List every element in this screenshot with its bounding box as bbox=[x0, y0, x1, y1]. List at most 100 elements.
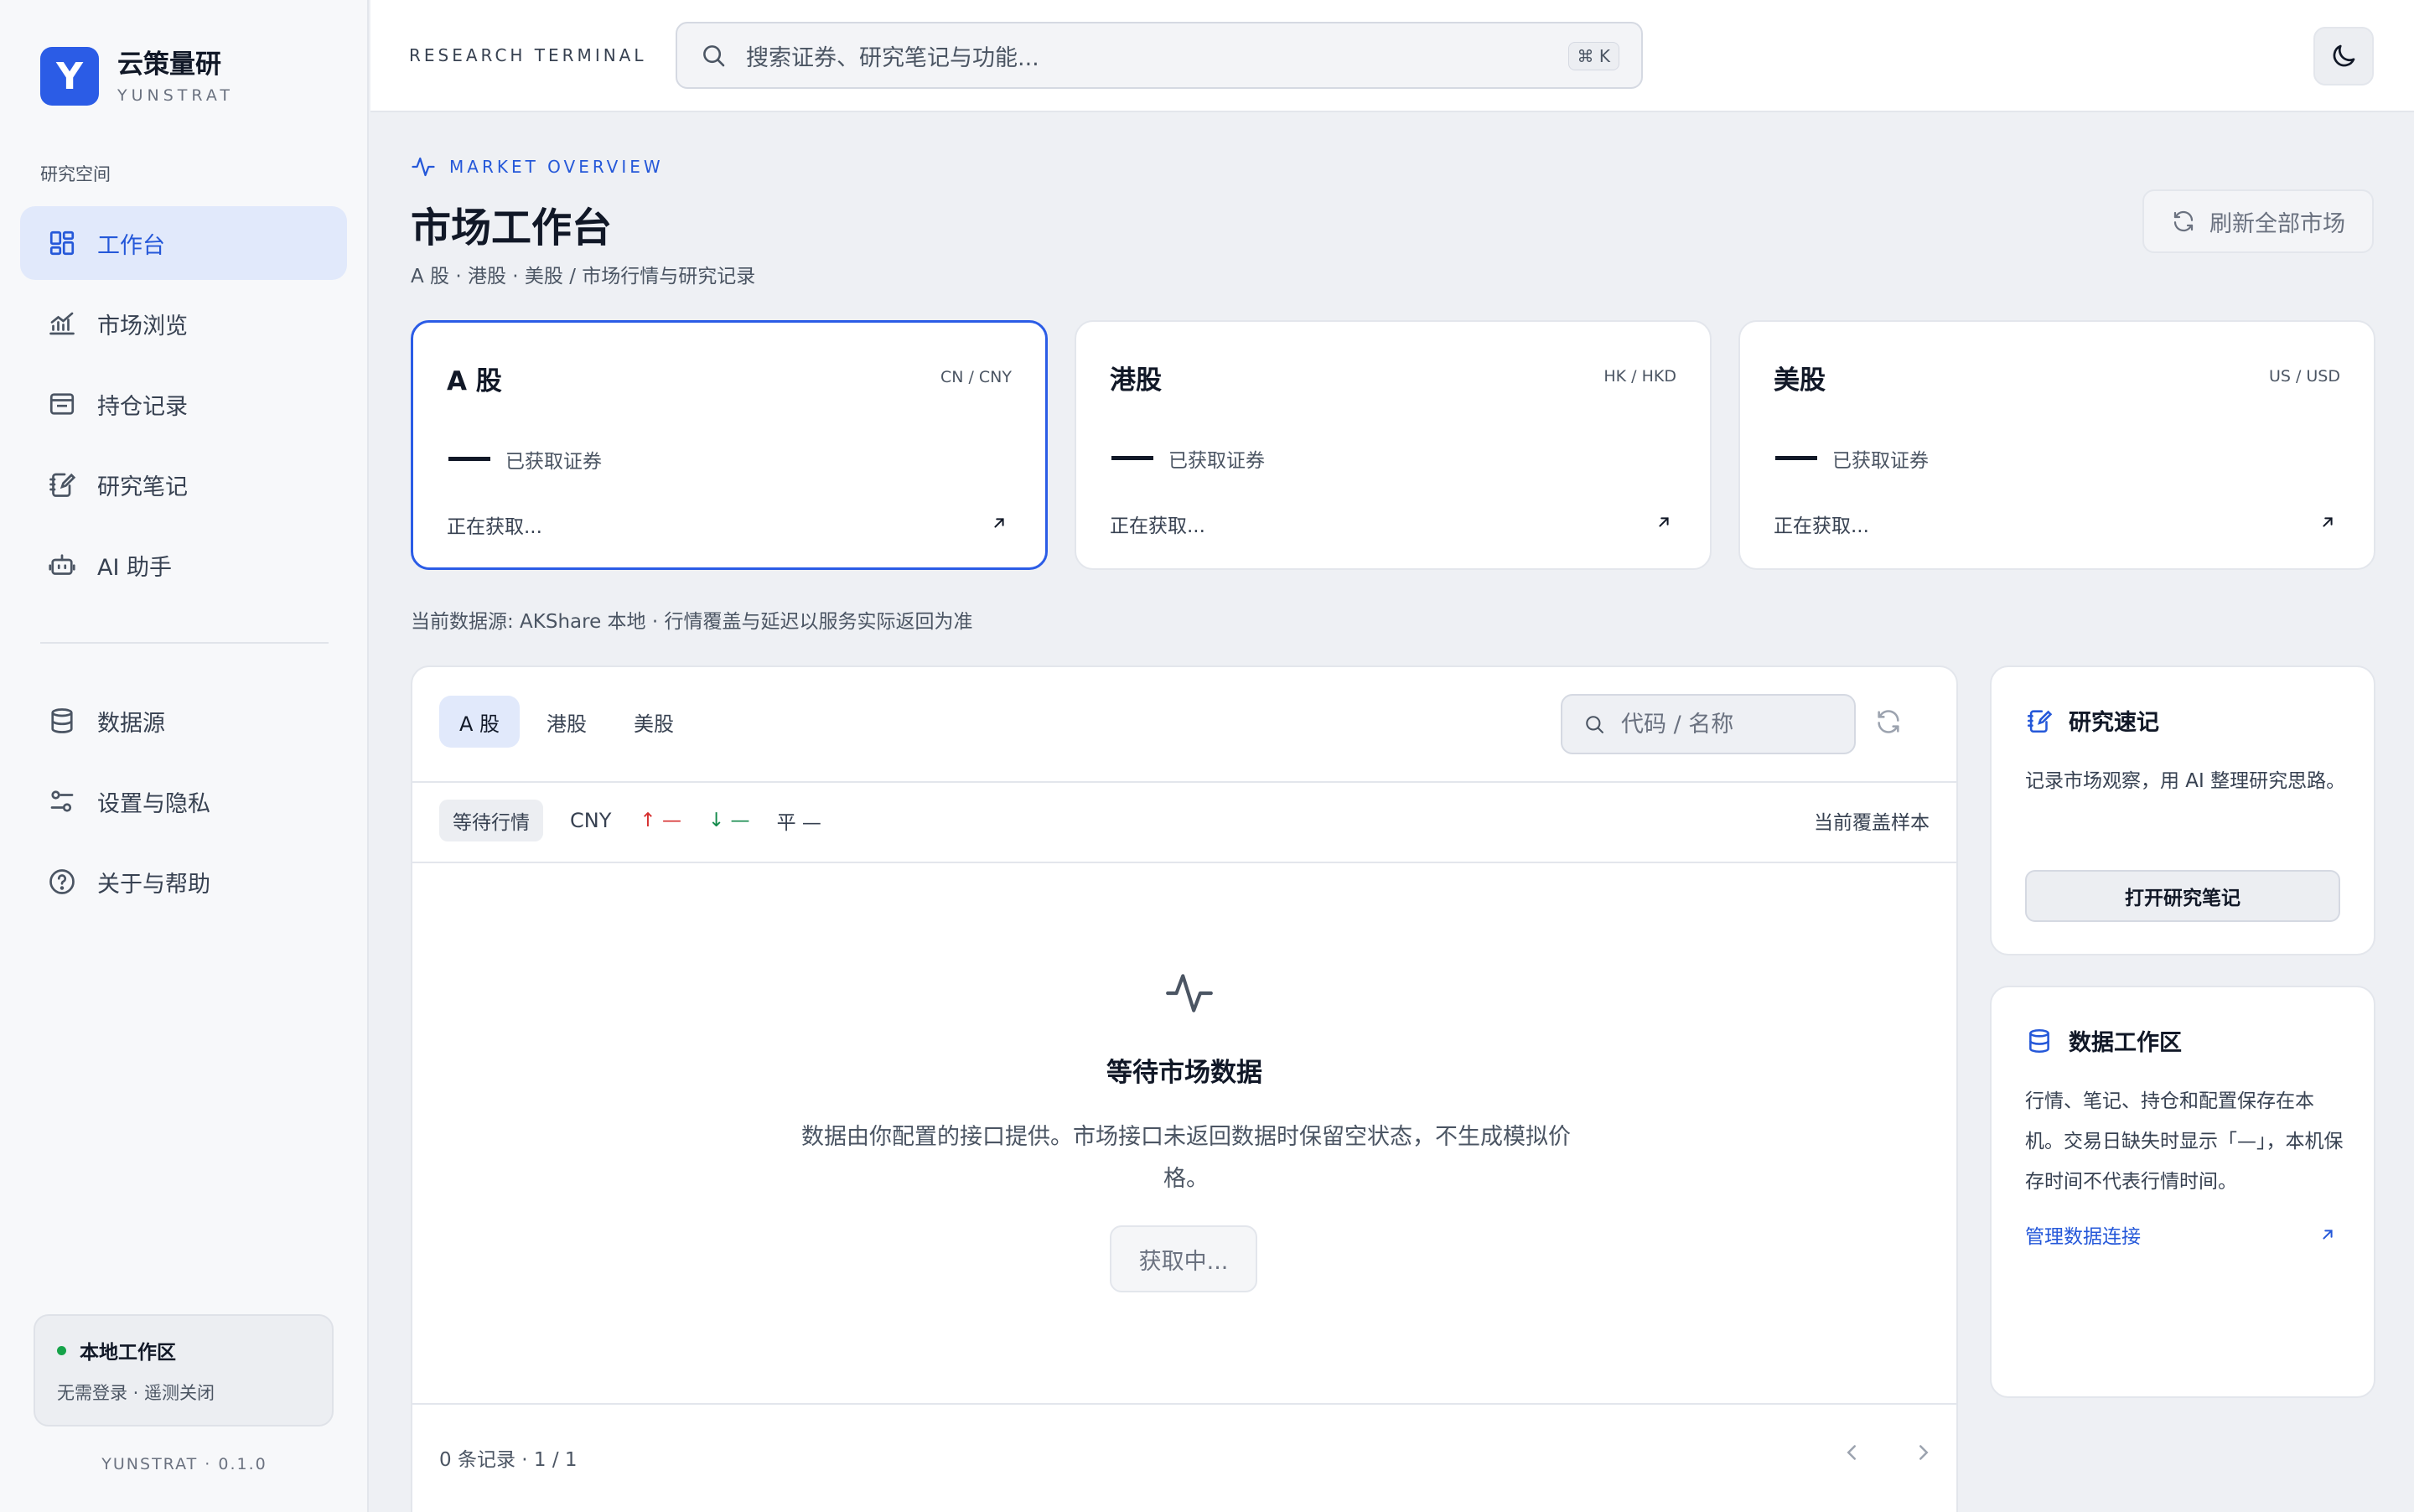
sliders-icon bbox=[47, 786, 77, 816]
market-card-cn[interactable]: A 股 CN / CNY 已获取证券 正在获取... bbox=[411, 320, 1048, 570]
sidebar-item-notes[interactable]: 研究笔记 bbox=[20, 448, 347, 521]
page-overline: MARKET OVERVIEW bbox=[411, 154, 664, 179]
market-count-placeholder bbox=[1111, 456, 1153, 460]
sidebar: Y 云策量研 YUNSTRAT 研究空间 工作台 市场浏览 持仓记录 研究笔记 … bbox=[0, 0, 369, 1512]
market-card-us[interactable]: 美股 US / USD 已获取证券 正在获取... bbox=[1738, 320, 2375, 570]
wallet-icon bbox=[47, 389, 77, 419]
database-icon bbox=[47, 706, 77, 736]
market-code: HK / HKD bbox=[1603, 367, 1676, 386]
decliners-count: ↓ — bbox=[707, 810, 750, 831]
quote-status-row: 等待行情 CNY ↑ — ↓ — 平 — 当前覆盖样本 bbox=[439, 800, 1930, 841]
chart-icon bbox=[47, 308, 77, 339]
sidebar-primary-nav: 工作台 市场浏览 持仓记录 研究笔记 AI 助手 bbox=[20, 206, 347, 608]
search-shortcut-hint: ⌘ K bbox=[1567, 42, 1619, 70]
manage-data-link[interactable]: 管理数据连接 bbox=[2025, 1220, 2141, 1249]
dashboard-icon bbox=[47, 228, 77, 258]
brand[interactable]: Y 云策量研 YUNSTRAT bbox=[40, 47, 234, 106]
workspace-card[interactable]: 本地工作区 无需登录 · 遥测关闭 bbox=[34, 1314, 334, 1427]
sidebar-section-label: 研究空间 bbox=[40, 164, 111, 184]
sidebar-item-label: 工作台 bbox=[97, 232, 165, 259]
brand-sub: YUNSTRAT bbox=[117, 86, 234, 105]
code-search-input[interactable] bbox=[1621, 711, 1839, 738]
sidebar-item-label: 数据源 bbox=[97, 710, 165, 737]
tab-cn[interactable]: A 股 bbox=[439, 696, 521, 748]
sidebar-item-label: 研究笔记 bbox=[97, 474, 188, 500]
market-tabs: A 股 港股 美股 bbox=[439, 696, 694, 748]
workspace-title: 本地工作区 bbox=[80, 1342, 176, 1364]
tab-us[interactable]: 美股 bbox=[614, 696, 694, 748]
open-notes-button[interactable]: 打开研究笔记 bbox=[2025, 870, 2340, 922]
unchanged-count: 平 — bbox=[776, 812, 821, 834]
market-status: 正在获取... bbox=[1110, 515, 1205, 537]
coverage-label: 当前覆盖样本 bbox=[1814, 812, 1930, 834]
market-status: 正在获取... bbox=[447, 516, 542, 538]
market-card-hk[interactable]: 港股 HK / HKD 已获取证券 正在获取... bbox=[1075, 320, 1712, 570]
market-count-label: 已获取证券 bbox=[505, 451, 602, 473]
chevron-left-icon[interactable] bbox=[1839, 1440, 1864, 1465]
arrow-up-right-icon bbox=[990, 514, 1008, 532]
theme-toggle-button[interactable] bbox=[2313, 27, 2374, 85]
data-workspace-text: 行情、笔记、持仓和配置保存在本机。交易日缺失时显示「—」，本机保存时间不代表行情… bbox=[2025, 1090, 2344, 1193]
research-notes-card: 研究速记 记录市场观察，用 AI 整理研究思路。 打开研究笔记 bbox=[1990, 665, 2375, 955]
code-search[interactable] bbox=[1561, 694, 1856, 754]
notebook-icon bbox=[2025, 707, 2054, 735]
panel-divider bbox=[412, 781, 1956, 783]
empty-state-title: 等待市场数据 bbox=[1106, 1058, 1262, 1088]
market-name: 美股 bbox=[1774, 365, 1826, 396]
fetching-button[interactable]: 获取中... bbox=[1110, 1225, 1257, 1292]
market-status: 正在获取... bbox=[1774, 515, 1869, 537]
research-notes-text: 记录市场观察，用 AI 整理研究思路。 bbox=[2025, 770, 2346, 792]
global-search[interactable]: 搜索证券、研究笔记与功能... ⌘ K bbox=[676, 22, 1643, 89]
robot-icon bbox=[47, 550, 77, 580]
market-code: CN / CNY bbox=[940, 368, 1012, 386]
global-search-placeholder: 搜索证券、研究笔记与功能... bbox=[746, 44, 1039, 71]
refresh-all-markets-button[interactable]: 刷新全部市场 bbox=[2142, 189, 2374, 253]
brand-logo: Y bbox=[40, 47, 99, 106]
arrow-up-right-icon bbox=[1655, 513, 1673, 531]
workspace-status-dot bbox=[57, 1345, 66, 1355]
sidebar-item-settings[interactable]: 设置与隐私 bbox=[20, 764, 347, 838]
workspace-sub: 无需登录 · 遥测关闭 bbox=[57, 1383, 215, 1403]
sidebar-secondary-nav: 数据源 设置与隐私 关于与帮助 bbox=[20, 684, 347, 925]
data-workspace-title: 数据工作区 bbox=[2069, 1030, 2182, 1056]
activity-icon bbox=[1163, 967, 1215, 1019]
market-cards: A 股 CN / CNY 已获取证券 正在获取... 港股 HK / HKD 已… bbox=[411, 320, 2375, 570]
sidebar-item-dashboard[interactable]: 工作台 bbox=[20, 206, 347, 280]
sidebar-item-datasource[interactable]: 数据源 bbox=[20, 684, 347, 758]
sidebar-item-label: 市场浏览 bbox=[97, 313, 188, 339]
sidebar-item-help[interactable]: 关于与帮助 bbox=[20, 845, 347, 919]
sidebar-item-label: AI 助手 bbox=[97, 554, 173, 581]
advancers-count: ↑ — bbox=[640, 810, 681, 831]
sidebar-divider bbox=[40, 642, 329, 644]
empty-state-description: 数据由你配置的接口提供。市场接口未返回数据时保留空状态，不生成模拟价格。 bbox=[801, 1124, 1571, 1192]
sidebar-item-ai[interactable]: AI 助手 bbox=[20, 528, 347, 602]
sidebar-item-label: 关于与帮助 bbox=[97, 871, 210, 898]
market-count-label: 已获取证券 bbox=[1832, 450, 1929, 472]
data-workspace-card: 数据工作区 行情、笔记、持仓和配置保存在本机。交易日缺失时显示「—」，本机保存时… bbox=[1990, 986, 2375, 1398]
arrow-up-right-icon bbox=[2318, 1225, 2337, 1244]
search-icon bbox=[1583, 712, 1606, 736]
chevron-right-icon[interactable] bbox=[1911, 1440, 1936, 1465]
currency-label: CNY bbox=[570, 809, 612, 832]
search-icon bbox=[699, 41, 728, 70]
table-refresh-button[interactable] bbox=[1874, 707, 1903, 736]
sidebar-item-market[interactable]: 市场浏览 bbox=[20, 287, 347, 360]
tab-hk[interactable]: 港股 bbox=[526, 696, 607, 748]
status-badge: 等待行情 bbox=[439, 800, 543, 841]
panel-divider bbox=[412, 1403, 1956, 1405]
sidebar-item-holdings[interactable]: 持仓记录 bbox=[20, 367, 347, 441]
help-icon bbox=[47, 867, 77, 897]
page-overline-text: MARKET OVERVIEW bbox=[449, 157, 664, 177]
data-source-note: 当前数据源: AKShare 本地 · 行情覆盖与延迟以服务实际返回为准 bbox=[411, 611, 973, 633]
sidebar-item-label: 设置与隐私 bbox=[97, 790, 210, 817]
research-notes-title: 研究速记 bbox=[2069, 710, 2159, 736]
market-count-label: 已获取证券 bbox=[1168, 450, 1265, 472]
activity-icon bbox=[411, 154, 436, 179]
notebook-icon bbox=[47, 469, 77, 500]
topbar: RESEARCH TERMINAL 搜索证券、研究笔记与功能... ⌘ K bbox=[370, 0, 2414, 112]
market-name: 港股 bbox=[1110, 365, 1162, 396]
panel-divider bbox=[412, 862, 1956, 863]
arrow-up-right-icon bbox=[2318, 513, 2337, 531]
app-version: YUNSTRAT · 0.1.0 bbox=[101, 1455, 267, 1473]
market-table-panel: A 股 港股 美股 等待行情 CNY ↑ — ↓ — 平 — 当前覆盖样本 等待… bbox=[411, 665, 1958, 1512]
